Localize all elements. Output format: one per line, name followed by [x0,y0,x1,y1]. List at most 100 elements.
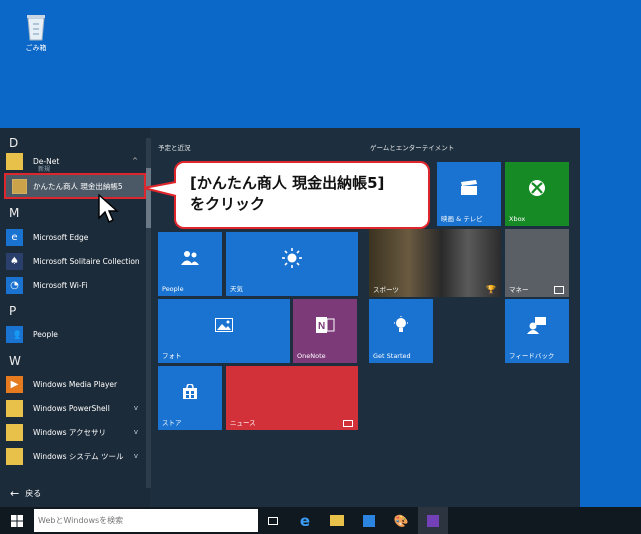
chevron-down-icon: v [133,404,138,412]
kantan-shounin-icon [12,178,27,194]
tile-photo[interactable]: フォト [158,299,290,363]
feedback-icon [505,299,569,351]
folder-icon [330,515,344,526]
chevron-down-icon: v [133,452,138,460]
app-list: D De-Net 新規 ^ M e Microsoft Edge ♠ Micro… [0,128,150,507]
tile-label-money: マネー [509,286,529,294]
back-label: 戻る [25,489,42,498]
folder-icon [6,152,23,170]
windows-logo-icon [11,514,23,527]
taskbar-app-button[interactable] [418,507,448,534]
tile-label-sports: スポーツ [373,286,399,294]
app-label-wmp: Windows Media Player [33,379,118,389]
instruction-callout: [かんたん商人 現金出納帳5] をクリック [174,161,430,229]
paint-icon: 🎨 [393,513,409,528]
edge-icon: e [6,228,23,246]
folder-icon [6,447,23,465]
tile-getstarted[interactable]: Get Started [369,299,433,363]
app-label-powershell: Windows PowerShell [33,403,110,413]
app-label-accessories: Windows アクセサリ [33,427,106,437]
tile-sports[interactable]: スポーツ 🏆 [369,229,501,297]
app-label-wifi: Microsoft Wi-Fi [33,280,88,290]
wifi-icon: ◔ [6,276,23,294]
tile-xbox[interactable]: Xbox [505,162,569,226]
people-icon: 👥 [6,325,23,343]
group-title-schedule: 予定と近況 [158,144,191,152]
group-letter-m[interactable]: M [9,206,19,220]
app-item-kantan-shounin[interactable]: かんたん商人 現金出納帳5 [4,173,146,199]
app-item-solitaire[interactable]: ♠ Microsoft Solitaire Collection [6,250,144,272]
app-item-wmp[interactable]: ▶ Windows Media Player [6,373,144,395]
app-item-denet[interactable]: De-Net 新規 ^ [6,150,144,173]
folder-icon [6,423,23,441]
sun-icon [226,232,358,284]
app-item-people[interactable]: 👥 People [6,323,144,345]
taskbar: WebとWindowsを検索 e 🎨 [0,507,641,534]
taskbar-edge-button[interactable]: e [290,507,320,534]
callout-pointer [143,181,177,197]
tile-label-onenote: OneNote [297,352,326,360]
tile-label-xbox: Xbox [509,215,526,223]
xbox-icon [505,162,569,214]
tile-label-people: People [162,285,184,293]
tile-people[interactable]: People [158,232,222,296]
tile-label-weather: 天気 [230,285,243,293]
task-view-button[interactable] [258,507,288,534]
tile-label-store: ストア [162,419,182,427]
tile-movies[interactable]: 映画 & テレビ [437,162,501,226]
tile-onenote[interactable]: N OneNote [293,299,357,363]
chevron-down-icon: v [133,428,138,436]
recycle-bin-label: ごみ箱 [25,44,47,52]
group-letter-p[interactable]: P [9,304,16,318]
app-label-edge: Microsoft Edge [33,232,89,242]
app-item-edge[interactable]: e Microsoft Edge [6,226,144,248]
app-sublabel-denet: 新規 [38,166,51,173]
app-item-systemtools[interactable]: Windows システム ツール v [6,445,144,467]
trophy-icon: 🏆 [486,285,496,294]
tile-label-movies: 映画 & テレビ [441,215,483,223]
svg-text:N: N [318,321,325,332]
tile-label-getstarted: Get Started [373,352,411,360]
search-box[interactable]: WebとWindowsを検索 [34,509,258,532]
taskbar-paint-button[interactable]: 🎨 [386,507,416,534]
app-gear-icon [427,514,439,527]
app-item-powershell[interactable]: Windows PowerShell v [6,397,144,419]
store-icon [158,366,222,418]
tile-weather[interactable]: 天気 [226,232,358,296]
onenote-icon: N [293,299,357,351]
task-view-icon [268,516,278,525]
chart-icon [554,286,564,294]
tile-money[interactable]: マネー [505,229,569,297]
tile-label-feedback: フィードバック [509,352,555,360]
app-label-systemtools: Windows システム ツール [33,451,124,461]
app-label-kantan-shounin: かんたん商人 現金出納帳5 [33,181,123,191]
clapperboard-icon [437,162,501,214]
taskbar-explorer-button[interactable] [322,507,352,534]
back-button[interactable]: ← 戻る [10,487,41,500]
tile-store[interactable]: ストア [158,366,222,430]
arrow-left-icon: ← [10,487,20,500]
app-label-people: People [33,329,58,339]
group-letter-d[interactable]: D [9,136,18,150]
edge-icon: e [299,511,311,530]
recycle-bin[interactable]: ごみ箱 [18,12,54,53]
tile-feedback[interactable]: フィードバック [505,299,569,363]
news-icon [343,420,353,427]
start-button[interactable] [0,507,34,534]
app-item-wifi[interactable]: ◔ Microsoft Wi-Fi [6,274,144,296]
recycle-bin-icon [24,12,48,42]
tile-label-photo: フォト [162,352,182,360]
group-title-entertainment: ゲームとエンターテイメント [370,144,455,152]
tile-news[interactable]: ニュース [226,366,358,430]
people-icon [158,232,222,284]
app-label-solitaire: Microsoft Solitaire Collection [33,256,140,266]
group-letter-w[interactable]: W [9,354,21,368]
cards-icon: ♠ [6,252,23,270]
lightbulb-icon [369,299,433,351]
media-player-icon: ▶ [6,375,23,393]
taskbar-store-button[interactable] [354,507,384,534]
mouse-cursor-icon [98,194,119,223]
app-item-accessories[interactable]: Windows アクセサリ v [6,421,144,443]
chevron-up-icon: ^ [132,157,138,165]
callout-line-1: [かんたん商人 現金出納帳5] [190,174,385,192]
